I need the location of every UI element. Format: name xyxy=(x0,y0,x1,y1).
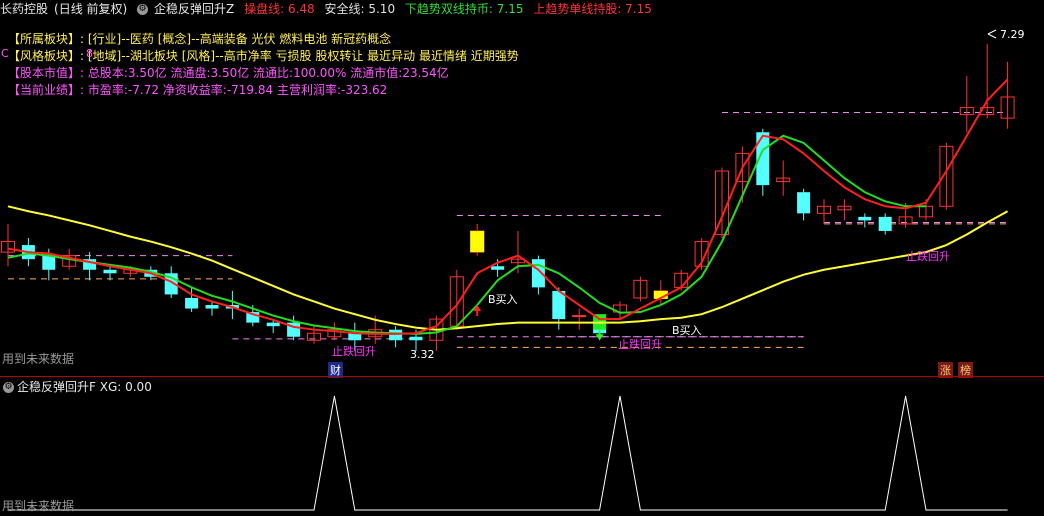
min-price-label: 3.32 xyxy=(410,348,435,361)
info-sector: 【所属板块】: [行业]--医药 [概念]--高端装备 光伏 燃料电池 新冠药概… xyxy=(8,30,391,47)
candle-body xyxy=(491,266,505,270)
candle-body xyxy=(797,192,811,214)
info-perf: 【当前业绩】: 市盈率:-7.72 净资收益率:-719.84 主营利润率:-3… xyxy=(8,81,387,98)
info-style: 【风格板块】: [地域]--湖北板块 [风格]--高市净率 亏损股 股权转让 最… xyxy=(8,47,519,64)
info-style-head: 【风格板块】: xyxy=(8,49,85,63)
info-sector-head: 【所属板块】: xyxy=(8,32,85,46)
candle-body xyxy=(389,329,403,341)
candle-body xyxy=(878,216,892,231)
rebound-label-1: 止跌回升 xyxy=(332,345,376,358)
future-data-note: 用到未来数据 xyxy=(2,352,75,366)
xg-signal-line xyxy=(8,395,1008,511)
hidden-prefix: C xyxy=(1,47,9,60)
ma-green-line xyxy=(7,134,926,335)
candle-body xyxy=(572,315,587,318)
info-style-body: [地域]--湖北板块 [风格]--高市净率 亏损股 股权转让 最近异动 最近情绪… xyxy=(87,49,519,63)
candle-body xyxy=(858,216,872,221)
max-marker-icon xyxy=(987,29,997,39)
info-equity-head: 【股本市值】: xyxy=(8,66,85,80)
info-perf-body: 市盈率:-7.72 净资收益率:-719.84 主营利润率:-323.62 xyxy=(87,83,388,97)
max-price-label: 7.29 xyxy=(1000,28,1025,41)
candle-body xyxy=(42,255,56,270)
ma-yellow-line xyxy=(7,205,1009,331)
rebound-label-2: 止跌回升 xyxy=(618,338,662,351)
candle-body xyxy=(205,305,219,309)
candle-body xyxy=(103,269,117,274)
buy-label-2: B买入 xyxy=(672,324,702,337)
info-perf-head: 【当前业绩】: xyxy=(8,83,85,97)
candle-body xyxy=(185,297,199,309)
candle-body xyxy=(266,322,280,327)
info-sector-body: [行业]--医药 [概念]--高端装备 光伏 燃料电池 新冠药概念 xyxy=(87,32,392,46)
rebound-label-3: 止跌回升 xyxy=(906,250,950,263)
panel-divider[interactable] xyxy=(0,376,1044,377)
info-equity-body: 总股本:3.50亿 流通盘:3.50亿 流通比:100.00% 流通市值:23.… xyxy=(87,66,449,80)
info-equity: 【股本市值】: 总股本:3.50亿 流通盘:3.50亿 流通比:100.00% … xyxy=(8,64,449,81)
buy-label-1: B买入 xyxy=(488,293,518,306)
buy-signal-candle xyxy=(470,230,485,253)
hidden-suffix: 8 xyxy=(86,47,93,60)
sub-indicator-chart[interactable] xyxy=(0,380,1044,516)
candle-body xyxy=(409,336,423,341)
sub-future-data-note: 用到未来数据 xyxy=(2,499,75,513)
